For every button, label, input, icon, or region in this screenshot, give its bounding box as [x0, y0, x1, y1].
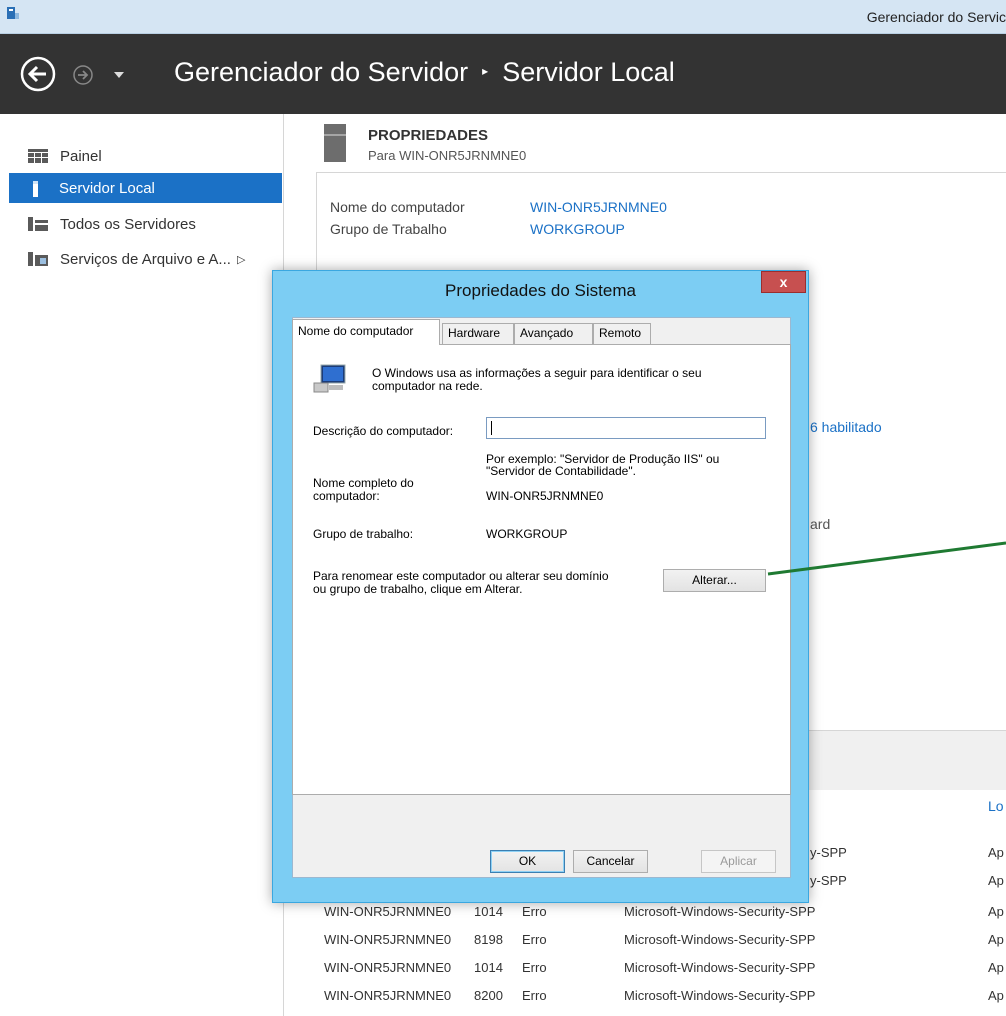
event-id: 1014 — [474, 960, 503, 975]
ok-button[interactable]: OK — [490, 850, 565, 873]
property-value-link[interactable]: WORKGROUP — [530, 221, 625, 237]
event-log: Ap — [988, 988, 1004, 1003]
properties-title: PROPRIEDADES — [368, 127, 489, 144]
workgroup-label: Grupo de trabalho: — [313, 527, 414, 541]
tab-hardware[interactable]: Hardware — [442, 323, 514, 344]
expand-arrow-icon[interactable]: ▷ — [237, 253, 245, 266]
window-title-bar: Gerenciador do Servic — [0, 0, 1006, 34]
event-server: WIN-ONR5JRNMNE0 — [324, 988, 452, 1003]
properties-subtitle: Para WIN-ONR5JRNMNE0 — [368, 148, 527, 163]
sidebar: Painel Servidor Local Todos os Servidore… — [0, 114, 284, 1016]
computer-name-panel: O Windows usa as informações a seguir pa… — [292, 344, 791, 795]
event-server: WIN-ONR5JRNMNE0 — [324, 932, 452, 947]
event-source: Microsoft-Windows-Security-SPP — [624, 960, 816, 975]
file-services-icon — [28, 252, 48, 266]
event-log: Ap — [988, 960, 1004, 975]
full-name-label: computador: — [313, 489, 380, 503]
server-manager-app-icon — [7, 7, 19, 19]
rename-text: ou grupo de trabalho, clique em Alterar. — [313, 582, 523, 596]
events-column-header[interactable]: Lo — [988, 798, 1004, 814]
sidebar-item-servidor-local[interactable]: Servidor Local — [9, 173, 282, 203]
servers-icon — [28, 217, 48, 231]
event-level: Erro — [522, 960, 547, 975]
event-level: Erro — [522, 904, 547, 919]
sidebar-item-label: Serviços de Arquivo e A... — [60, 250, 231, 268]
sidebar-item-servicos-arquivo[interactable]: Serviços de Arquivo e A... ▷ — [10, 244, 280, 274]
sidebar-item-todos-servidores[interactable]: Todos os Servidores — [10, 209, 280, 239]
event-id: 1014 — [474, 904, 503, 919]
breadcrumb-current: Servidor Local — [502, 57, 675, 87]
header-bar: Gerenciador do Servidor ▸ Servidor Local — [0, 34, 1006, 114]
text-caret — [491, 421, 492, 435]
event-log: Ap — [988, 932, 1004, 947]
event-source: Microsoft-Windows-Security-SPP — [624, 932, 816, 947]
description-label: Descrição do computador: — [313, 424, 454, 438]
apply-button[interactable]: Aplicar — [701, 850, 776, 873]
event-level: Erro — [522, 988, 547, 1003]
full-name-value: WIN-ONR5JRNMNE0 — [486, 489, 604, 503]
close-button[interactable]: x — [761, 271, 806, 293]
breadcrumb: Gerenciador do Servidor ▸ Servidor Local — [174, 57, 675, 88]
tab-nome-computador[interactable]: Nome do computador — [292, 319, 440, 345]
event-id: 8200 — [474, 988, 503, 1003]
sidebar-item-label: Todos os Servidores — [60, 215, 196, 233]
property-value-fragment: ard — [810, 516, 831, 532]
server-icon — [33, 181, 38, 197]
forward-arrow-icon[interactable] — [73, 65, 93, 85]
example-text: "Servidor de Contabilidade". — [486, 464, 636, 478]
event-id: 8198 — [474, 932, 503, 947]
event-log: Ap — [988, 904, 1004, 919]
dashboard-icon — [28, 149, 48, 163]
sidebar-item-label: Painel — [60, 147, 102, 165]
server-tower-icon — [324, 124, 346, 162]
event-log: Ap — [988, 873, 1004, 888]
system-properties-dialog: Propriedades do Sistema x Nome do comput… — [272, 270, 809, 903]
change-button[interactable]: Alterar... — [663, 569, 766, 592]
ipv6-status-link[interactable]: 6 habilitado — [810, 419, 882, 435]
property-label: Nome do computador — [330, 199, 465, 215]
intro-text: computador na rede. — [372, 379, 483, 393]
chevron-down-icon[interactable] — [113, 70, 125, 80]
tab-avancado[interactable]: Avançado — [514, 323, 593, 344]
workgroup-value: WORKGROUP — [486, 527, 568, 541]
event-server: WIN-ONR5JRNMNE0 — [324, 904, 452, 919]
property-value-link[interactable]: WIN-ONR5JRNMNE0 — [530, 199, 667, 215]
breadcrumb-root[interactable]: Gerenciador do Servidor — [174, 57, 468, 87]
event-source: y-SPP — [810, 873, 847, 888]
event-source: Microsoft-Windows-Security-SPP — [624, 904, 816, 919]
event-server: WIN-ONR5JRNMNE0 — [324, 960, 452, 975]
event-source: y-SPP — [810, 845, 847, 860]
event-log: Ap — [988, 845, 1004, 860]
computer-icon — [313, 364, 346, 393]
dialog-title: Propriedades do Sistema — [445, 281, 636, 300]
back-arrow-icon[interactable] — [20, 56, 56, 92]
property-label: Grupo de Trabalho — [330, 221, 447, 237]
sidebar-item-label: Servidor Local — [59, 179, 155, 197]
breadcrumb-separator: ▸ — [482, 63, 489, 78]
event-level: Erro — [522, 932, 547, 947]
tab-remoto[interactable]: Remoto — [593, 323, 651, 344]
window-title: Gerenciador do Servic — [866, 9, 1006, 25]
event-source: Microsoft-Windows-Security-SPP — [624, 988, 816, 1003]
computer-description-input[interactable] — [486, 417, 766, 439]
sidebar-item-painel[interactable]: Painel — [10, 141, 280, 171]
cancel-button[interactable]: Cancelar — [573, 850, 648, 873]
